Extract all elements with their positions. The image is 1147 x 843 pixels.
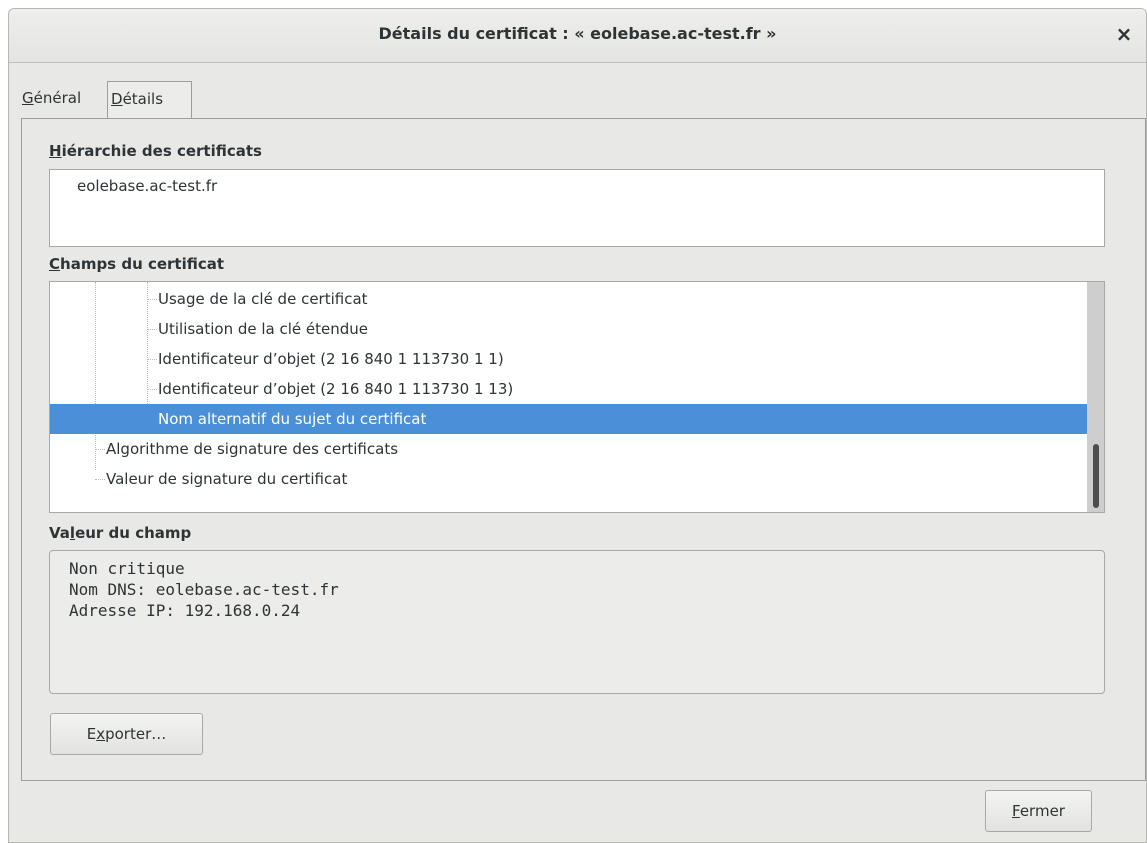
- tree-row-label: Utilisation de la clé étendue: [158, 320, 369, 338]
- tab-details[interactable]: Détails: [107, 81, 192, 118]
- tab-general-label: énéral: [33, 89, 82, 107]
- close-button[interactable]: Fermer: [985, 790, 1092, 832]
- fields-heading-mnemonic: C: [49, 255, 61, 273]
- tab-general[interactable]: Général: [21, 81, 107, 118]
- tree-row[interactable]: Usage de la clé de certificat: [50, 284, 1087, 314]
- hierarchy-item[interactable]: eolebase.ac-test.fr: [77, 177, 217, 195]
- tree-connector: [95, 479, 105, 480]
- fields-heading: Champs du certificat: [49, 255, 224, 273]
- tree-connector: [147, 359, 157, 360]
- close-icon[interactable]: ×: [1112, 22, 1136, 46]
- title-bar: Détails du certificat : « eolebase.ac-te…: [9, 9, 1146, 63]
- tree-connector: [147, 299, 157, 300]
- scrollbar-thumb[interactable]: [1093, 444, 1099, 508]
- tree-row-label: Algorithme de signature des certificats: [106, 440, 399, 458]
- tree-row-label: Usage de la clé de certificat: [158, 290, 368, 308]
- field-value-textarea[interactable]: Non critique Nom DNS: eolebase.ac-test.f…: [49, 550, 1105, 694]
- tree-row[interactable]: Identificateur d’objet (2 16 840 1 11373…: [50, 344, 1087, 374]
- details-panel: Hiérarchie des certificats eolebase.ac-t…: [21, 118, 1146, 781]
- close-button-mnemonic: F: [1012, 802, 1020, 820]
- fields-scrollbar[interactable]: [1087, 282, 1104, 512]
- hierarchy-heading-text: iérarchie des certificats: [61, 142, 262, 160]
- tree-row[interactable]: Identificateur d’objet (2 16 840 1 11373…: [50, 374, 1087, 404]
- export-button-mnemonic: x: [96, 725, 106, 743]
- field-value-line: Adresse IP: 192.168.0.24: [69, 601, 301, 620]
- field-value-line: Nom DNS: eolebase.ac-test.fr: [69, 580, 339, 599]
- field-value-heading-prefix: Va: [49, 524, 70, 542]
- tab-details-label: étails: [122, 90, 164, 108]
- tab-general-mnemonic: G: [22, 89, 34, 107]
- export-button[interactable]: Exporter…: [50, 713, 203, 755]
- tab-details-mnemonic: D: [111, 90, 123, 108]
- dialog-title: Détails du certificat : « eolebase.ac-te…: [378, 24, 777, 43]
- tree-connector: [95, 449, 105, 450]
- field-value-line: Non critique: [69, 559, 185, 578]
- tree-row[interactable]: Utilisation de la clé étendue: [50, 314, 1087, 344]
- certificate-hierarchy-tree[interactable]: eolebase.ac-test.fr: [49, 169, 1105, 247]
- certificate-fields-tree[interactable]: Usage de la clé de certificat Utilisatio…: [49, 281, 1105, 513]
- tree-row-label: Valeur de signature du certificat: [106, 470, 348, 488]
- certificate-details-dialog: Détails du certificat : « eolebase.ac-te…: [8, 8, 1147, 843]
- field-value-heading-text: eur du champ: [75, 524, 192, 542]
- hierarchy-heading: Hiérarchie des certificats: [49, 142, 262, 160]
- tree-row[interactable]: Valeur de signature du certificat: [50, 464, 1087, 494]
- tree-row[interactable]: Algorithme de signature des certificats: [50, 434, 1087, 464]
- export-button-label: porter…: [105, 725, 167, 743]
- tree-row-label: Identificateur d’objet (2 16 840 1 11373…: [158, 350, 504, 368]
- field-value-heading: Valeur du champ: [49, 524, 191, 542]
- fields-heading-text: hamps du certificat: [60, 255, 225, 273]
- tree-row-label: Nom alternatif du sujet du certificat: [158, 410, 427, 428]
- tree-connector: [147, 389, 157, 390]
- tree-connector: [147, 329, 157, 330]
- tree-row-label: Identificateur d’objet (2 16 840 1 11373…: [158, 380, 514, 398]
- hierarchy-heading-mnemonic: H: [49, 142, 62, 160]
- close-button-label: ermer: [1019, 802, 1065, 820]
- tree-row-selected[interactable]: Nom alternatif du sujet du certificat: [50, 404, 1087, 434]
- export-button-prefix: E: [86, 725, 97, 743]
